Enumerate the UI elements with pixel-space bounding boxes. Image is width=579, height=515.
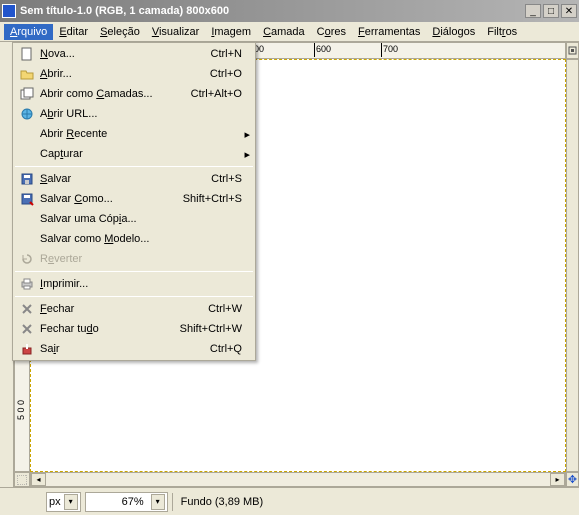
menu-item-label: Salvar Como...	[40, 193, 183, 205]
menu-shortcut: Ctrl+W	[208, 303, 242, 315]
scroll-left-button[interactable]: ◂	[31, 473, 46, 486]
menu-shortcut: Shift+Ctrl+W	[180, 323, 242, 335]
menu-cores[interactable]: Cores	[311, 24, 352, 40]
menu-item-label: Fechar tudo	[40, 323, 180, 335]
maximize-button[interactable]: □	[543, 4, 559, 18]
menu-shortcut: Ctrl+N	[211, 48, 242, 60]
title-bar: Sem título-1.0 (RGB, 1 camada) 800x600 _…	[0, 0, 579, 22]
blank-icon	[18, 126, 36, 142]
menu-separator	[15, 296, 253, 297]
ruler-tick: 5 0 0	[16, 400, 26, 420]
menu-item-label: Capturar	[40, 148, 242, 160]
status-text: Fundo (3,89 MB)	[172, 493, 573, 511]
menu-seleção[interactable]: Seleção	[94, 24, 146, 40]
zoom-fit-button[interactable]	[566, 42, 579, 59]
menu-item[interactable]: Salvar Como...Shift+Ctrl+S	[14, 189, 254, 209]
open-icon	[18, 66, 36, 82]
menu-item[interactable]: Imprimir...	[14, 274, 254, 294]
menu-item-label: Abrir...	[40, 68, 210, 80]
minimize-button[interactable]: _	[525, 4, 541, 18]
revert-icon	[18, 251, 36, 267]
menu-item-label: Salvar	[40, 173, 211, 185]
menu-visualizar[interactable]: Visualizar	[146, 24, 206, 40]
print-icon	[18, 276, 36, 292]
status-bar: px ▾ 67% ▾ Fundo (3,89 MB)	[0, 487, 579, 515]
close-window-button[interactable]: ✕	[561, 4, 577, 18]
blank-icon	[18, 211, 36, 227]
url-icon	[18, 106, 36, 122]
save-icon	[18, 171, 36, 187]
zoom-value: 67%	[88, 496, 148, 508]
menu-imagem[interactable]: Imagem	[205, 24, 257, 40]
navigate-button[interactable]: ✥	[566, 472, 579, 487]
menu-item[interactable]: FecharCtrl+W	[14, 299, 254, 319]
menu-item-label: Salvar uma Cópia...	[40, 213, 242, 225]
menu-item[interactable]: Abrir URL...	[14, 104, 254, 124]
new-icon	[18, 46, 36, 62]
quick-mask-button[interactable]	[14, 472, 30, 487]
menu-ferramentas[interactable]: Ferramentas	[352, 24, 426, 40]
quit-icon	[18, 341, 36, 357]
submenu-arrow-icon: ▸	[242, 148, 250, 161]
menu-item-label: Sair	[40, 343, 210, 355]
menu-item-label: Fechar	[40, 303, 208, 315]
menu-item[interactable]: Salvar uma Cópia...	[14, 209, 254, 229]
unit-value: px	[49, 496, 61, 508]
menu-item[interactable]: Abrir como Camadas...Ctrl+Alt+O	[14, 84, 254, 104]
menu-item[interactable]: SalvarCtrl+S	[14, 169, 254, 189]
scroll-track[interactable]	[46, 473, 550, 486]
menu-item[interactable]: Salvar como Modelo...	[14, 229, 254, 249]
blank-icon	[18, 146, 36, 162]
menu-item: Reverter	[14, 249, 254, 269]
menu-item-label: Abrir como Camadas...	[40, 88, 191, 100]
dropdown-arrow-icon: ▾	[151, 494, 165, 510]
menu-shortcut: Shift+Ctrl+S	[183, 193, 242, 205]
app-icon	[2, 4, 16, 18]
menu-shortcut: Ctrl+Q	[210, 343, 242, 355]
ruler-tick: 700	[383, 44, 398, 54]
menu-shortcut: Ctrl+Alt+O	[191, 88, 242, 100]
menu-item-label: Nova...	[40, 48, 211, 60]
menu-item[interactable]: SairCtrl+Q	[14, 339, 254, 359]
dropdown-arrow-icon: ▾	[64, 494, 78, 510]
submenu-arrow-icon: ▸	[242, 128, 250, 141]
menu-item-label: Abrir Recente	[40, 128, 242, 140]
menu-filtros[interactable]: Filtros	[481, 24, 523, 40]
menu-item[interactable]: Abrir Recente▸	[14, 124, 254, 144]
menu-bar: ArquivoEditarSeleçãoVisualizarImagemCama…	[0, 22, 579, 42]
menu-diálogos[interactable]: Diálogos	[426, 24, 481, 40]
menu-separator	[15, 271, 253, 272]
menu-item-label: Abrir URL...	[40, 108, 242, 120]
menu-item[interactable]: Nova...Ctrl+N	[14, 44, 254, 64]
zoom-selector[interactable]: 67% ▾	[85, 492, 168, 512]
menu-shortcut: Ctrl+S	[211, 173, 242, 185]
saveas-icon	[18, 191, 36, 207]
menu-item[interactable]: Fechar tudoShift+Ctrl+W	[14, 319, 254, 339]
menu-camada[interactable]: Camada	[257, 24, 311, 40]
menu-shortcut: Ctrl+O	[210, 68, 242, 80]
menu-item-label: Salvar como Modelo...	[40, 233, 242, 245]
layers-icon	[18, 86, 36, 102]
close-icon	[18, 321, 36, 337]
unit-selector[interactable]: px ▾	[46, 492, 81, 512]
menu-separator	[15, 166, 253, 167]
menu-item-label: Imprimir...	[40, 278, 242, 290]
menu-arquivo[interactable]: Arquivo	[4, 24, 53, 40]
scrollbar-horizontal[interactable]: ◂ ▸	[30, 472, 566, 487]
scrollbar-vertical[interactable]	[566, 59, 579, 472]
menu-item-label: Reverter	[40, 253, 242, 265]
menu-editar[interactable]: Editar	[53, 24, 94, 40]
menu-item[interactable]: Capturar▸	[14, 144, 254, 164]
close-icon	[18, 301, 36, 317]
ruler-tick: 600	[316, 44, 331, 54]
window-title: Sem título-1.0 (RGB, 1 camada) 800x600	[20, 5, 523, 17]
blank-icon	[18, 231, 36, 247]
menu-item[interactable]: Abrir...Ctrl+O	[14, 64, 254, 84]
file-menu-dropdown: Nova...Ctrl+NAbrir...Ctrl+OAbrir como Ca…	[12, 42, 256, 361]
scroll-right-button[interactable]: ▸	[550, 473, 565, 486]
